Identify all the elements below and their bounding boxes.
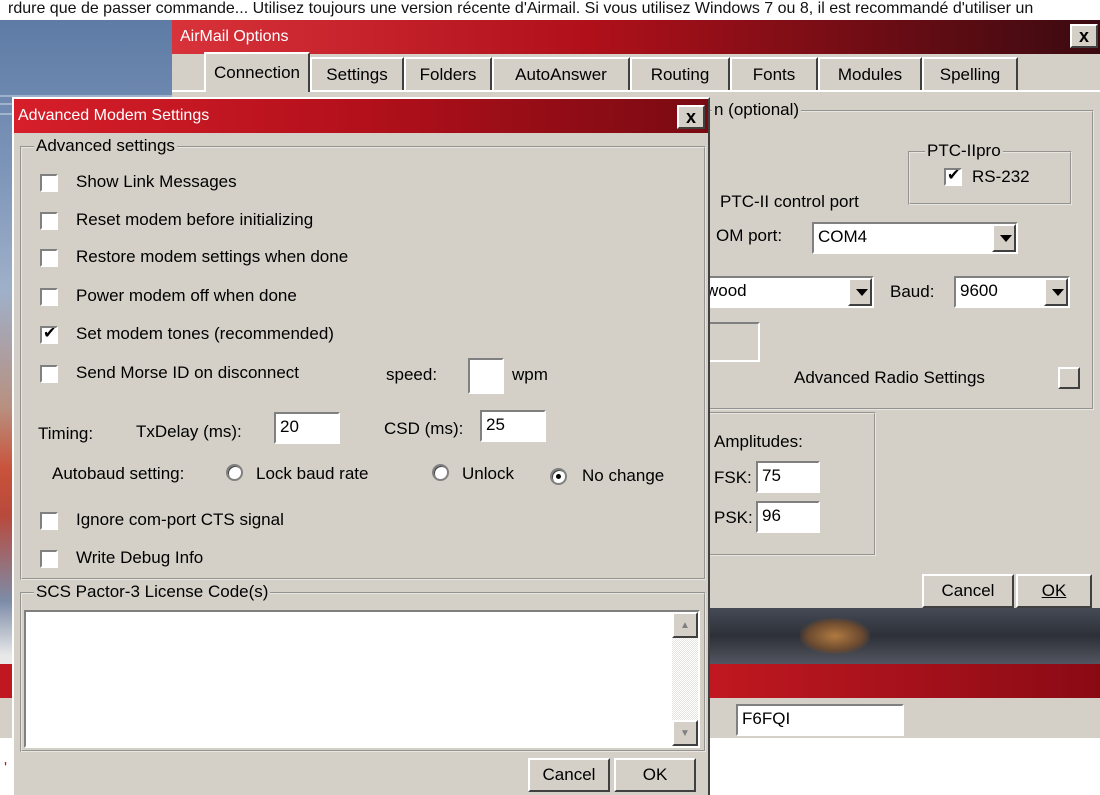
tab-autoanswer[interactable]: AutoAnswer [492,57,630,91]
no-change-radio[interactable] [550,468,567,485]
send-morse-id-label: Send Morse ID on disconnect [76,363,300,382]
txdelay-label: TxDelay (ms): [136,422,242,441]
airmail-close-button[interactable]: x [1070,24,1098,48]
tab-folders[interactable]: Folders [404,57,492,91]
timing-label: Timing: [38,424,94,443]
close-icon: x [1078,25,1089,46]
ignore-cts-checkbox[interactable] [40,512,58,530]
advanced-settings-title: Advanced settings [34,136,177,156]
scroll-down-arrow-icon[interactable]: ▼ [672,720,698,746]
unlock-baud-radio[interactable] [432,464,449,481]
scroll-up-arrow-icon[interactable]: ▲ [672,612,698,638]
ptc-iipro-title: PTC-IIpro [925,141,1003,161]
radio-model-select[interactable]: wood [700,276,874,308]
tab-panel-edge [172,90,1100,92]
power-modem-off-label: Power modem off when done [76,286,297,305]
com-port-label: OM port: [716,226,783,245]
main-window-toolbar-left [0,698,12,738]
dialog-close-button[interactable]: x [677,105,705,129]
dialog-cancel-button[interactable]: Cancel [528,758,610,792]
airmail-cancel-button[interactable]: Cancel [922,574,1014,608]
csd-input[interactable]: 25 [480,410,546,442]
control-port-label: PTC-II control port [720,192,859,211]
airmail-options-title: AirMail Options [180,28,289,45]
rs232-label: RS-232 [972,167,1030,186]
tab-fonts[interactable]: Fonts [730,57,818,91]
advanced-modem-settings-title: Advanced Modem Settings [18,107,210,124]
com-port-select[interactable]: COM4 [812,222,1018,254]
restore-modem-label: Restore modem settings when done [76,247,349,266]
morse-speed-label: speed: [386,365,438,384]
checkmark-icon: ✔ [43,325,57,342]
morse-speed-input[interactable] [468,358,504,394]
airmail-ok-button[interactable]: OK [1016,574,1092,608]
dialog-ok-button[interactable]: OK [614,758,696,792]
advanced-radio-settings-label: Advanced Radio Settings [794,368,985,387]
desktop-red-mark: ' [4,760,8,777]
airmail-options-titlebar [172,20,1100,54]
main-window-titlebar [710,664,1100,698]
advanced-radio-settings-button[interactable] [1058,367,1080,389]
chevron-down-icon[interactable] [848,278,872,306]
license-textarea[interactable]: ▲ ▼ [24,610,700,748]
set-modem-tones-checkbox[interactable]: ✔ [40,325,58,344]
tab-modules[interactable]: Modules [818,57,922,91]
power-modem-off-checkbox[interactable] [40,288,58,306]
background-text-strip: rdure que de passer commande... Utilisez… [0,0,1100,20]
lock-baud-radio[interactable] [226,464,243,481]
autobaud-label: Autobaud setting: [52,464,185,483]
set-modem-tones-label: Set modem tones (recommended) [76,324,334,343]
tab-routing[interactable]: Routing [630,57,730,91]
wpm-label: wpm [512,365,548,384]
send-morse-id-checkbox[interactable] [40,365,58,383]
background-photo [710,608,1100,664]
show-link-messages-label: Show Link Messages [76,172,237,191]
callsign-field[interactable]: F6FQI [736,704,904,736]
tab-connection[interactable]: Connection [204,52,310,92]
psk-label: PSK: [714,508,753,527]
license-scrollbar[interactable]: ▲ ▼ [672,612,698,746]
write-debug-label: Write Debug Info [76,548,204,567]
tab-spelling[interactable]: Spelling [922,57,1018,91]
chevron-down-icon[interactable] [1044,278,1068,306]
no-change-label: No change [582,466,665,485]
chevron-down-icon[interactable] [992,224,1016,252]
write-debug-checkbox[interactable] [40,550,58,568]
lock-baud-label: Lock baud rate [256,464,369,483]
ignore-cts-label: Ignore com-port CTS signal [76,510,284,529]
optional-group-title: n (optional) [712,100,802,120]
amplitudes-label: Amplitudes: [714,432,803,451]
fsk-amplitude-input[interactable]: 75 [756,461,820,493]
license-group-title: SCS Pactor-3 License Code(s) [34,582,271,602]
checkmark-icon: ✔ [947,167,961,184]
reset-modem-label: Reset modem before initializing [76,210,314,229]
radio-selected-dot [556,474,561,479]
baud-label: Baud: [890,282,935,301]
rs232-checkbox[interactable]: ✔ [944,167,962,186]
unlock-baud-label: Unlock [462,464,514,483]
show-link-messages-checkbox[interactable] [40,174,58,192]
main-window-titlebar-left [0,664,12,698]
restore-modem-checkbox[interactable] [40,249,58,267]
close-icon: x [685,106,696,127]
csd-label: CSD (ms): [384,419,464,438]
baud-select[interactable]: 9600 [954,276,1070,308]
fsk-label: FSK: [714,468,752,487]
psk-amplitude-input[interactable]: 96 [756,501,820,533]
tab-settings[interactable]: Settings [310,57,404,91]
txdelay-input[interactable]: 20 [274,412,340,444]
reset-modem-checkbox[interactable] [40,212,58,230]
